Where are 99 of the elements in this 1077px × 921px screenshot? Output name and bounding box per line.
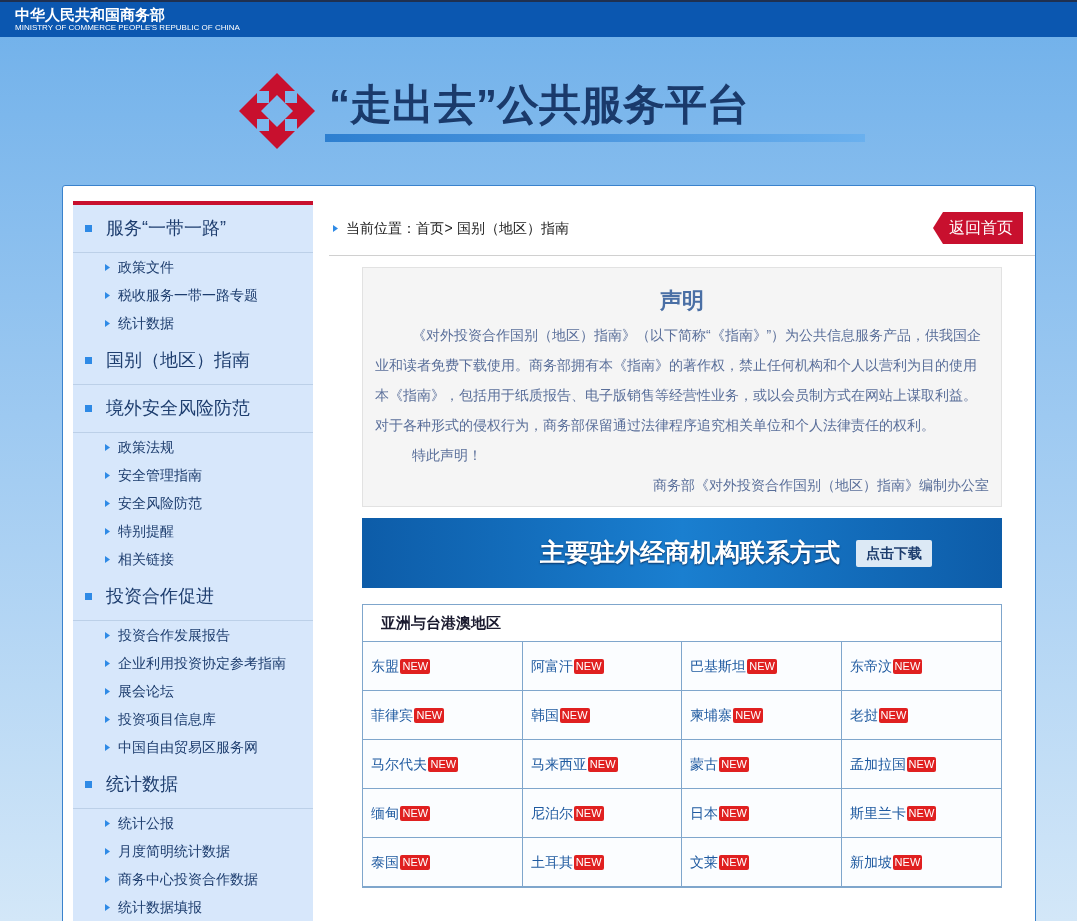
arrow-icon	[105, 527, 110, 535]
sidebar-heading[interactable]: 境外安全风险防范	[73, 385, 314, 433]
logo-icon	[237, 71, 317, 151]
country-link[interactable]: 柬埔寨 NEW	[682, 691, 842, 740]
arrow-icon	[105, 631, 110, 639]
country-link[interactable]: 东盟 NEW	[363, 642, 523, 691]
notice-signature: 商务部《对外投资合作国别（地区）指南》编制办公室	[652, 476, 989, 495]
sidebar-item[interactable]: 企业利用投资协定参考指南	[73, 649, 314, 677]
sidebar-item[interactable]: 政策法规	[73, 433, 314, 461]
country-link[interactable]: 马尔代夫 NEW	[363, 740, 523, 789]
platform-title: “走出去”公共服务平台	[328, 80, 750, 130]
notice-title: 声明	[659, 287, 706, 315]
new-badge: NEW	[573, 854, 604, 870]
sidebar-heading[interactable]: 统计数据	[73, 761, 314, 809]
sidebar-item[interactable]: 投资合作发展报告	[73, 621, 314, 649]
country-link[interactable]: 巴基斯坦 NEW	[682, 642, 842, 691]
new-badge: NEW	[428, 756, 459, 772]
sidebar-item[interactable]: 中国自由贸易区服务网	[73, 733, 314, 761]
sidebar-item[interactable]: 统计数据	[73, 309, 314, 337]
arrow-icon	[105, 743, 110, 751]
country-link[interactable]: 马来西亚 NEW	[522, 740, 683, 789]
arrow-icon	[105, 319, 110, 327]
sidebar-heading[interactable]: 服务“一带一路”	[73, 205, 314, 253]
notice-closing: 特此声明！	[410, 446, 483, 465]
square-icon	[85, 225, 92, 232]
new-badge: NEW	[733, 707, 763, 723]
sidebar-item[interactable]: 统计公报	[73, 809, 314, 837]
sidebar-heading[interactable]: 国别（地区）指南	[73, 337, 314, 385]
download-button[interactable]: 点击下载	[856, 539, 932, 567]
new-badge: NEW	[573, 658, 604, 674]
country-link[interactable]: 菲律宾 NEW	[363, 691, 523, 740]
sidebar-item[interactable]: 投资项目信息库	[73, 705, 314, 733]
new-badge: NEW	[587, 756, 618, 772]
region-title: 亚洲与台港澳地区	[363, 605, 1001, 642]
back-home-button[interactable]: 返回首页	[933, 212, 1023, 244]
sidebar-item[interactable]: 统计数据填报	[73, 893, 314, 921]
new-badge: NEW	[414, 707, 445, 723]
square-icon	[85, 357, 92, 364]
arrow-icon	[333, 224, 339, 232]
new-badge: NEW	[892, 658, 923, 674]
country-link[interactable]: 斯里兰卡 NEW	[841, 789, 1001, 838]
sidebar-item[interactable]: 商务中心投资合作数据	[73, 865, 314, 893]
notice-text: 《对外投资合作国别（地区）指南》（以下简称“《指南》”）为公共信息服务产品，供我国企业和读者免费下载使用。商务部拥有本《指南》的著作权，禁止任何机构和个人以营利为目的使用本《指南》，包括用于纸质报告、电子版销售等经营性业务，或以会员制方式在网站上谋取利益。对于各种形式的侵权行为，商务部保留通过法律程序追究相关单位和个人法律责任的权利。	[375, 326, 983, 435]
country-link[interactable]: 韩国 NEW	[522, 691, 683, 740]
new-badge: NEW	[719, 756, 749, 772]
square-icon	[85, 593, 92, 600]
arrow-icon	[105, 659, 110, 667]
new-badge: NEW	[747, 658, 777, 674]
breadcrumb: 当前位置：首页> 国别（地区）指南	[346, 218, 569, 238]
arrow-icon	[105, 903, 110, 911]
sidebar-heading[interactable]: 投资合作促进	[73, 573, 314, 621]
new-badge: NEW	[906, 756, 937, 772]
sidebar-item[interactable]: 政策文件	[73, 253, 314, 281]
country-link[interactable]: 缅甸 NEW	[363, 789, 523, 838]
country-link[interactable]: 新加坡 NEW	[841, 838, 1001, 887]
sidebar-item[interactable]: 安全风险防范	[73, 489, 314, 517]
new-badge: NEW	[400, 854, 431, 870]
sidebar-item[interactable]: 安全管理指南	[73, 461, 314, 489]
sidebar-item[interactable]: 特别提醒	[73, 517, 314, 545]
arrow-icon	[105, 687, 110, 695]
country-link[interactable]: 孟加拉国 NEW	[841, 740, 1001, 789]
arrow-icon	[105, 499, 110, 507]
arrow-icon	[105, 291, 110, 299]
country-link[interactable]: 土耳其 NEW	[522, 838, 683, 887]
arrow-icon	[105, 847, 110, 855]
arrow-icon	[105, 715, 110, 723]
arrow-icon	[105, 263, 110, 271]
new-badge: NEW	[559, 707, 590, 723]
arrow-icon	[105, 555, 110, 563]
new-badge: NEW	[719, 854, 749, 870]
arrow-icon	[105, 471, 110, 479]
square-icon	[85, 405, 92, 412]
country-link[interactable]: 阿富汗 NEW	[522, 642, 683, 691]
sidebar-item[interactable]: 税收服务一带一路专题	[73, 281, 314, 309]
arrow-icon	[105, 443, 110, 451]
arrow-icon	[105, 819, 110, 827]
country-link[interactable]: 文莱 NEW	[682, 838, 842, 887]
new-badge: NEW	[719, 805, 749, 821]
new-badge: NEW	[878, 707, 909, 723]
site-subtitle: MINISTRY OF COMMERCE PEOPLE'S REPUBLIC OF CHINA	[15, 23, 241, 33]
sidebar-item[interactable]: 月度简明统计数据	[73, 837, 314, 865]
country-link[interactable]: 日本 NEW	[682, 789, 842, 838]
arrow-icon	[105, 875, 110, 883]
new-badge: NEW	[892, 854, 923, 870]
country-link[interactable]: 泰国 NEW	[363, 838, 523, 887]
country-link[interactable]: 尼泊尔 NEW	[522, 789, 683, 838]
site-title: 中华人民共和国商务部	[15, 6, 166, 23]
country-link[interactable]: 老挝 NEW	[841, 691, 1001, 740]
banner-title: 主要驻外经商机构联系方式	[540, 537, 840, 569]
new-badge: NEW	[906, 805, 937, 821]
new-badge: NEW	[400, 805, 431, 821]
new-badge: NEW	[400, 658, 431, 674]
new-badge: NEW	[573, 805, 604, 821]
sidebar-item[interactable]: 相关链接	[73, 545, 314, 573]
sidebar-item[interactable]: 展会论坛	[73, 677, 314, 705]
square-icon	[85, 781, 92, 788]
country-link[interactable]: 东帝汶 NEW	[841, 642, 1001, 691]
download-banner[interactable]: 主要驻外经商机构联系方式 点击下载	[362, 518, 1002, 588]
country-link[interactable]: 蒙古 NEW	[682, 740, 842, 789]
